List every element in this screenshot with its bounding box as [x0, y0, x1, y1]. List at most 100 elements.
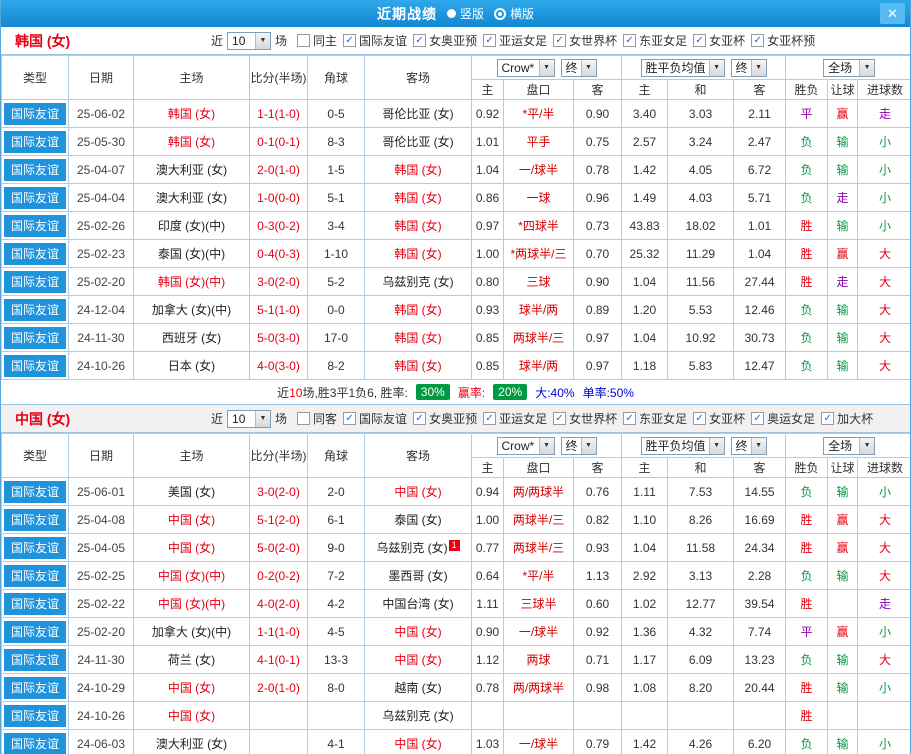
score[interactable]: 1-1(1-0): [249, 99, 308, 128]
away-team[interactable]: 中国 (女): [364, 729, 472, 754]
league-type-badge[interactable]: 国际友谊: [4, 102, 66, 125]
away-team[interactable]: 乌兹别克 (女) 1: [364, 533, 472, 562]
bookmaker-select[interactable]: Crow* ▼: [496, 436, 555, 455]
score[interactable]: 2-0(1-0): [249, 155, 308, 184]
away-team[interactable]: 越南 (女): [364, 673, 472, 702]
away-team[interactable]: 乌兹别克 (女): [364, 701, 472, 730]
away-team[interactable]: 墨西哥 (女): [364, 561, 472, 590]
home-team[interactable]: 加拿大 (女)(中): [133, 295, 250, 324]
home-team[interactable]: 澳大利亚 (女): [133, 729, 250, 754]
league-type-badge[interactable]: 国际友谊: [4, 732, 66, 754]
layout-radio-horizontal[interactable]: 横版: [494, 5, 534, 22]
score[interactable]: 4-0(3-0): [249, 351, 308, 380]
filter-checkbox-6[interactable]: ✓ 女亚杯: [693, 410, 745, 427]
filter-checkbox-4[interactable]: ✓ 女世界杯: [553, 410, 617, 427]
score[interactable]: 0-3(0-2): [249, 211, 308, 240]
filter-checkbox-1[interactable]: ✓ 国际友谊: [343, 32, 407, 49]
home-team[interactable]: 泰国 (女)(中): [133, 239, 250, 268]
score[interactable]: 5-1(2-0): [249, 505, 308, 534]
away-team[interactable]: 中国 (女): [364, 617, 472, 646]
score[interactable]: 0-4(0-3): [249, 239, 308, 268]
score[interactable]: 4-0(2-0): [249, 589, 308, 618]
filter-checkbox-8[interactable]: ✓ 加大杯: [821, 410, 873, 427]
score[interactable]: [249, 729, 308, 754]
score[interactable]: 0-2(0-2): [249, 561, 308, 590]
league-type-badge[interactable]: 国际友谊: [4, 592, 66, 615]
away-team[interactable]: 韩国 (女): [364, 211, 472, 240]
filter-checkbox-0[interactable]: 同客: [297, 410, 337, 427]
league-type-badge[interactable]: 国际友谊: [4, 186, 66, 209]
home-team[interactable]: 韩国 (女): [133, 99, 250, 128]
score[interactable]: 5-0(2-0): [249, 533, 308, 562]
layout-radio-vertical[interactable]: 竖版: [446, 5, 484, 22]
home-team[interactable]: 中国 (女)(中): [133, 561, 250, 590]
filter-checkbox-5[interactable]: ✓ 东亚女足: [623, 410, 687, 427]
league-type-badge[interactable]: 国际友谊: [4, 676, 66, 699]
home-team[interactable]: 西班牙 (女): [133, 323, 250, 352]
filter-checkbox-7[interactable]: ✓ 奥运女足: [751, 410, 815, 427]
league-type-badge[interactable]: 国际友谊: [4, 158, 66, 181]
home-team[interactable]: 印度 (女)(中): [133, 211, 250, 240]
league-type-badge[interactable]: 国际友谊: [4, 214, 66, 237]
away-team[interactable]: 韩国 (女): [364, 183, 472, 212]
avg-odds-select[interactable]: 胜平负均值 ▼: [640, 436, 725, 455]
league-type-badge[interactable]: 国际友谊: [4, 480, 66, 503]
away-team[interactable]: 韩国 (女): [364, 155, 472, 184]
away-team[interactable]: 哥伦比亚 (女): [364, 127, 472, 156]
league-type-badge[interactable]: 国际友谊: [4, 326, 66, 349]
score[interactable]: 1-0(0-0): [249, 183, 308, 212]
league-type-badge[interactable]: 国际友谊: [4, 620, 66, 643]
away-team[interactable]: 中国 (女): [364, 645, 472, 674]
away-team[interactable]: 泰国 (女): [364, 505, 472, 534]
home-team[interactable]: 韩国 (女): [133, 127, 250, 156]
filter-checkbox-6[interactable]: ✓ 女亚杯: [693, 32, 745, 49]
score[interactable]: 4-1(0-1): [249, 645, 308, 674]
score[interactable]: 2-0(1-0): [249, 673, 308, 702]
home-team[interactable]: 中国 (女): [133, 673, 250, 702]
away-team[interactable]: 韩国 (女): [364, 323, 472, 352]
home-team[interactable]: 韩国 (女)(中): [133, 267, 250, 296]
score[interactable]: 3-0(2-0): [249, 477, 308, 506]
score[interactable]: 0-1(0-1): [249, 127, 308, 156]
close-icon[interactable]: ✕: [880, 3, 905, 24]
filter-checkbox-1[interactable]: ✓ 国际友谊: [343, 410, 407, 427]
away-team[interactable]: 哥伦比亚 (女): [364, 99, 472, 128]
match-scope-select[interactable]: 全场 ▼: [823, 58, 876, 77]
final-odds-select[interactable]: 终 ▼: [730, 58, 767, 77]
league-type-badge[interactable]: 国际友谊: [4, 508, 66, 531]
away-team[interactable]: 韩国 (女): [364, 295, 472, 324]
league-type-badge[interactable]: 国际友谊: [4, 354, 66, 377]
filter-checkbox-3[interactable]: ✓ 亚运女足: [483, 410, 547, 427]
filter-checkbox-0[interactable]: 同主: [297, 32, 337, 49]
home-team[interactable]: 澳大利亚 (女): [133, 183, 250, 212]
filter-checkbox-7[interactable]: ✓ 女亚杯预: [751, 32, 815, 49]
filter-checkbox-2[interactable]: ✓ 女奥亚预: [413, 32, 477, 49]
final-odds-select[interactable]: 终 ▼: [560, 436, 597, 455]
home-team[interactable]: 美国 (女): [133, 477, 250, 506]
filter-checkbox-3[interactable]: ✓ 亚运女足: [483, 32, 547, 49]
league-type-badge[interactable]: 国际友谊: [4, 564, 66, 587]
home-team[interactable]: 澳大利亚 (女): [133, 155, 250, 184]
away-team[interactable]: 中国台湾 (女): [364, 589, 472, 618]
score[interactable]: 1-1(1-0): [249, 617, 308, 646]
home-team[interactable]: 日本 (女): [133, 351, 250, 380]
league-type-badge[interactable]: 国际友谊: [4, 704, 66, 727]
away-team[interactable]: 中国 (女): [364, 477, 472, 506]
filter-checkbox-5[interactable]: ✓ 东亚女足: [623, 32, 687, 49]
match-scope-select[interactable]: 全场 ▼: [823, 436, 876, 455]
bookmaker-select[interactable]: Crow* ▼: [496, 58, 555, 77]
away-team[interactable]: 韩国 (女): [364, 239, 472, 268]
recent-count-select[interactable]: 10 ▼: [227, 409, 272, 428]
league-type-badge[interactable]: 国际友谊: [4, 536, 66, 559]
home-team[interactable]: 中国 (女): [133, 701, 250, 730]
filter-checkbox-2[interactable]: ✓ 女奥亚预: [413, 410, 477, 427]
league-type-badge[interactable]: 国际友谊: [4, 242, 66, 265]
home-team[interactable]: 中国 (女): [133, 505, 250, 534]
score[interactable]: 5-0(3-0): [249, 323, 308, 352]
league-type-badge[interactable]: 国际友谊: [4, 298, 66, 321]
league-type-badge[interactable]: 国际友谊: [4, 130, 66, 153]
filter-checkbox-4[interactable]: ✓ 女世界杯: [553, 32, 617, 49]
home-team[interactable]: 荷兰 (女): [133, 645, 250, 674]
away-team[interactable]: 乌兹别克 (女): [364, 267, 472, 296]
recent-count-select[interactable]: 10 ▼: [227, 31, 272, 50]
